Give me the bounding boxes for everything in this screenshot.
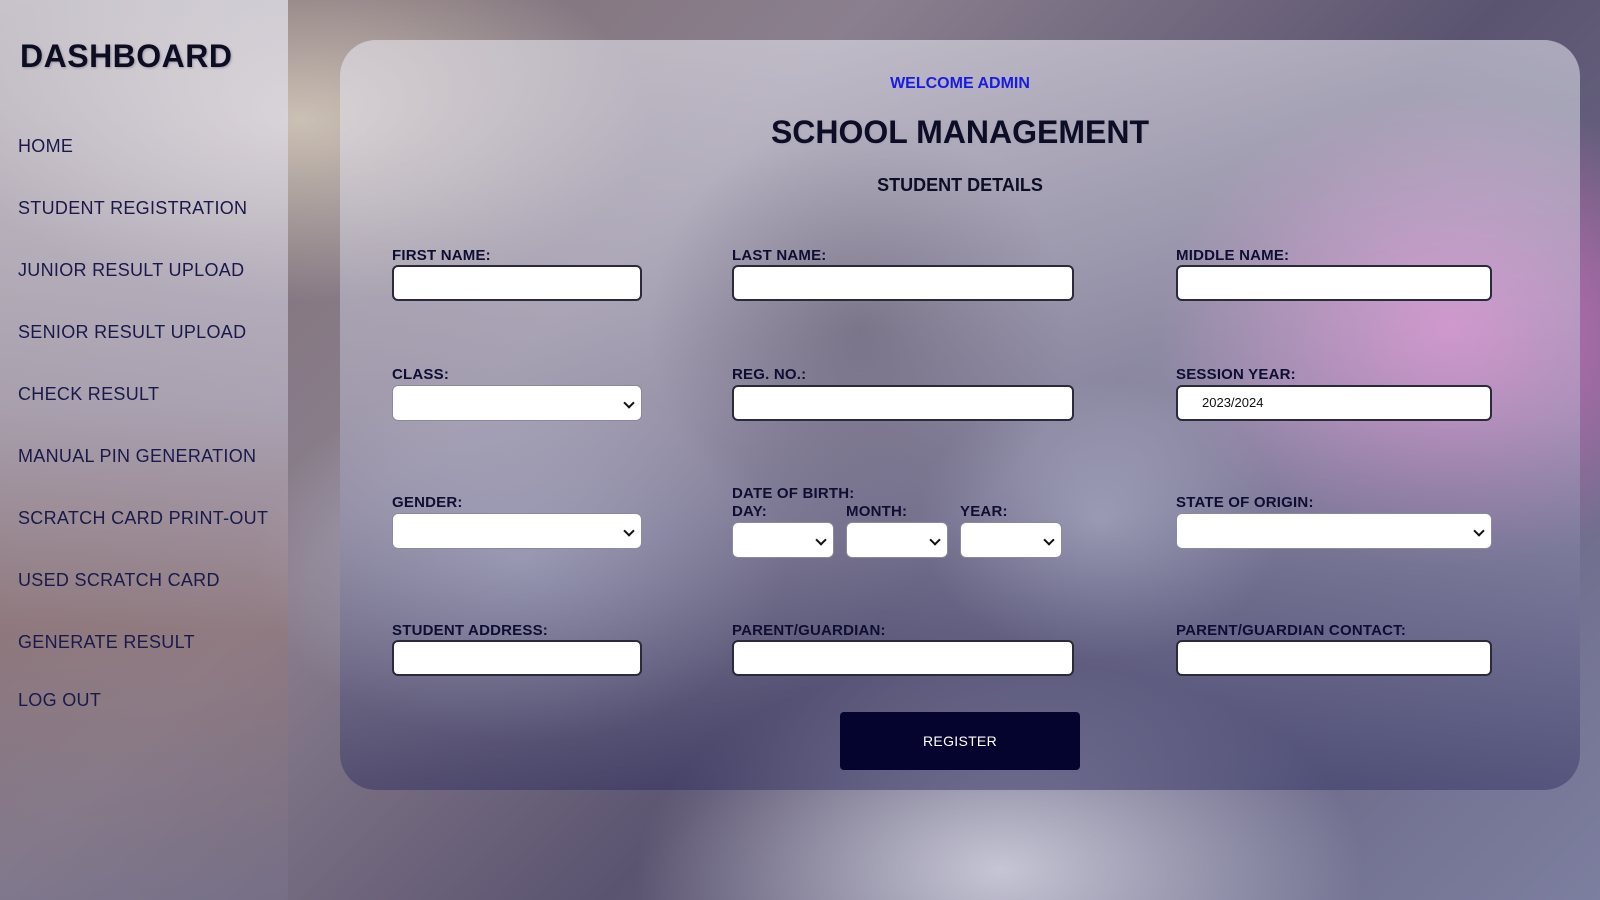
chevron-down-icon [1473, 525, 1485, 537]
student-address-label: STUDENT ADDRESS: [392, 622, 548, 639]
sidebar-item-home[interactable]: HOME [18, 136, 73, 157]
state-of-origin-select[interactable] [1176, 513, 1492, 549]
reg-no-field[interactable] [732, 385, 1074, 421]
session-year-label: SESSION YEAR: [1176, 366, 1296, 383]
session-year-field[interactable]: 2023/2024 [1176, 385, 1492, 421]
middle-name-field[interactable] [1176, 265, 1492, 301]
chevron-down-icon [623, 525, 635, 537]
sidebar-item-check-result[interactable]: CHECK RESULT [18, 384, 159, 405]
register-button[interactable]: REGISTER [840, 712, 1080, 770]
section-title: STUDENT DETAILS [877, 175, 1043, 195]
sidebar-item-manual-pin-generation[interactable]: MANUAL PIN GENERATION [18, 446, 256, 467]
dob-year-label: YEAR: [960, 503, 1008, 520]
student-address-field[interactable] [392, 640, 642, 676]
sidebar-item-scratch-card-print-out[interactable]: SCRATCH CARD PRINT-OUT [18, 508, 268, 529]
parent-guardian-field[interactable] [732, 640, 1074, 676]
class-label: CLASS: [392, 366, 450, 383]
gender-select[interactable] [392, 513, 642, 549]
middle-name-label: MIDDLE NAME: [1176, 247, 1290, 264]
sidebar-item-junior-result-upload[interactable]: JUNIOR RESULT UPLOAD [18, 260, 244, 281]
reg-no-label: REG. NO.: [732, 366, 807, 383]
dob-month-label: MONTH: [846, 503, 908, 520]
state-of-origin-label: STATE OF ORIGIN: [1176, 494, 1314, 511]
page-title: SCHOOL MANAGEMENT [770, 114, 1150, 150]
dob-month-select[interactable] [846, 522, 948, 558]
dob-day-label: DAY: [732, 503, 767, 520]
dob-label: DATE OF BIRTH: [732, 485, 855, 502]
gender-label: GENDER: [392, 494, 463, 511]
dob-day-select[interactable] [732, 522, 834, 558]
chevron-down-icon [929, 534, 941, 546]
dob-year-select[interactable] [960, 522, 1062, 558]
chevron-down-icon [623, 397, 635, 409]
chevron-down-icon [815, 534, 827, 546]
last-name-field[interactable] [732, 265, 1074, 301]
sidebar-item-used-scratch-card[interactable]: USED SCRATCH CARD [18, 570, 220, 591]
first-name-field[interactable] [392, 265, 642, 301]
sidebar-item-senior-result-upload[interactable]: SENIOR RESULT UPLOAD [18, 322, 246, 343]
sidebar: DASHBOARD HOME STUDENT REGISTRATION JUNI… [0, 0, 288, 900]
parent-contact-label: PARENT/GUARDIAN CONTACT: [1176, 622, 1407, 639]
chevron-down-icon [1043, 534, 1055, 546]
sidebar-item-generate-result[interactable]: GENERATE RESULT [18, 632, 195, 653]
first-name-label: FIRST NAME: [392, 247, 491, 264]
sidebar-item-student-registration[interactable]: STUDENT REGISTRATION [18, 198, 247, 219]
last-name-label: LAST NAME: [732, 247, 827, 264]
parent-guardian-label: PARENT/GUARDIAN: [732, 622, 886, 639]
sidebar-item-log-out[interactable]: LOG OUT [18, 690, 101, 711]
parent-contact-field[interactable] [1176, 640, 1492, 676]
class-select[interactable] [392, 385, 642, 421]
welcome-text: WELCOME ADMIN [890, 75, 1030, 92]
sidebar-title: DASHBOARD [20, 38, 233, 74]
